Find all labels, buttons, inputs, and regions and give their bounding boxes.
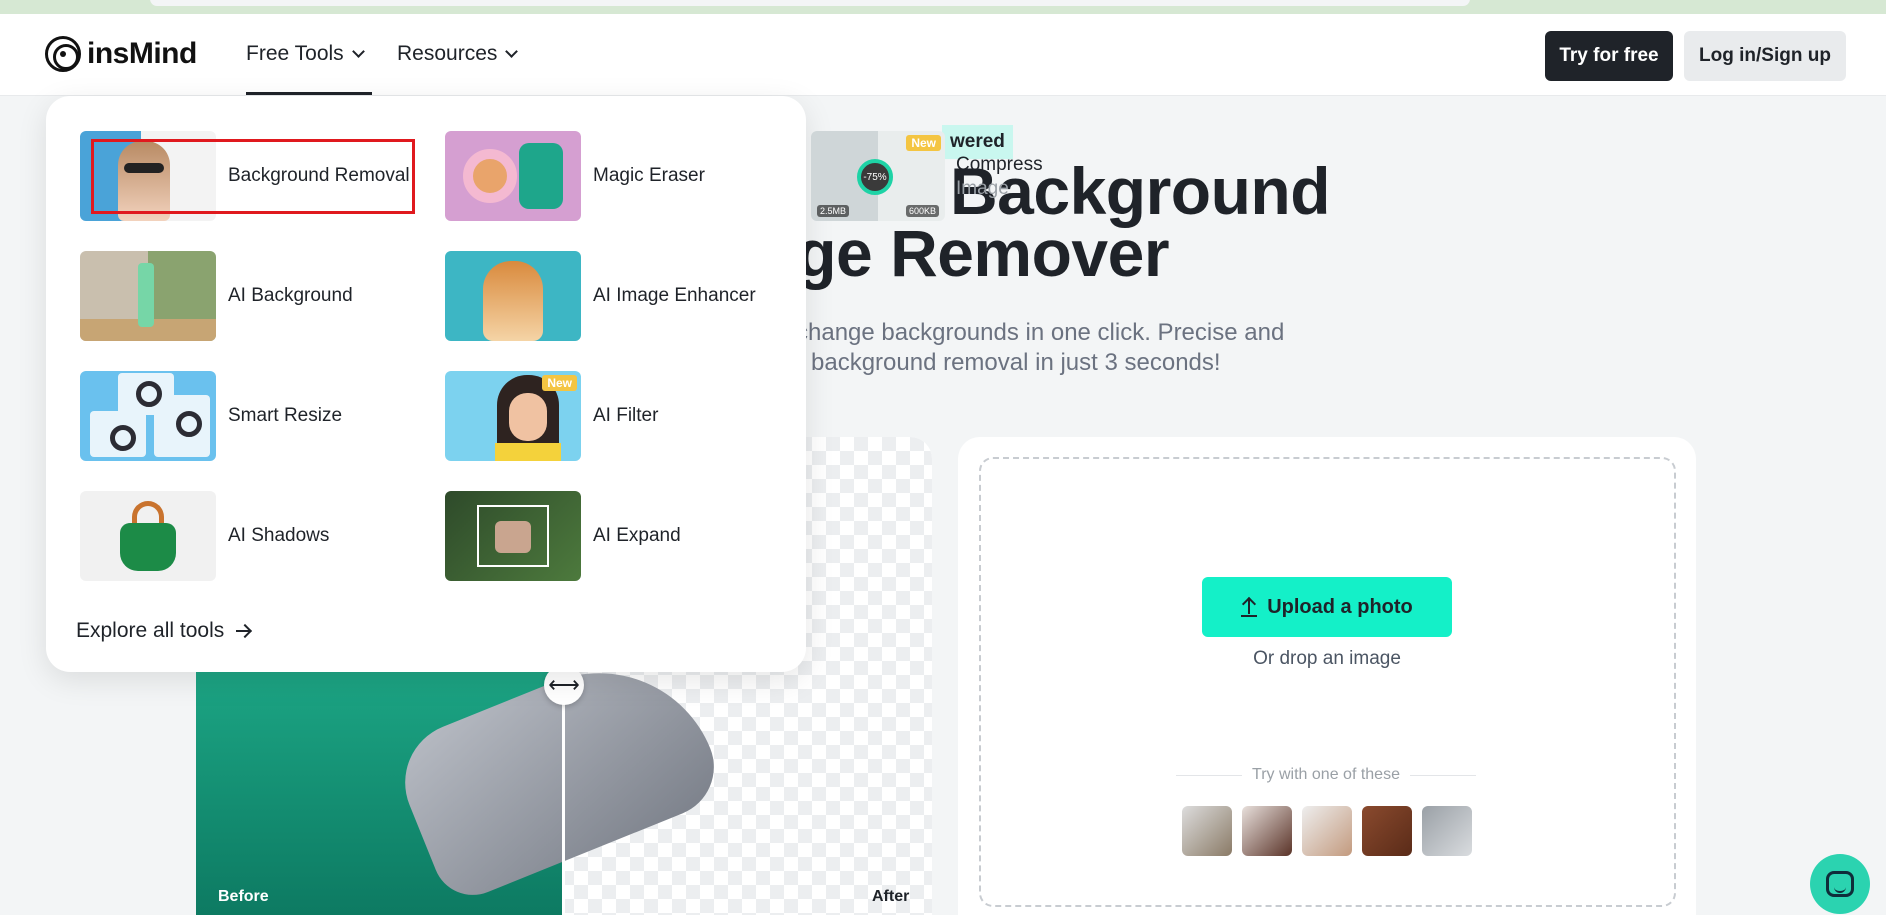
divider (1176, 774, 1243, 776)
nav-resources-label: Resources (397, 42, 498, 65)
size-before: 2.5MB (817, 205, 850, 217)
sample-images-heading: Try with one of these (1176, 766, 1477, 784)
nav-free-tools-label: Free Tools (246, 42, 344, 65)
after-label: After (872, 888, 910, 905)
drop-image-text: Or drop an image (1253, 648, 1401, 669)
compress-image-label[interactable]: Compress Image (956, 153, 1043, 201)
tool-ai-shadows[interactable]: AI Shadows (80, 491, 329, 581)
before-label: Before (218, 888, 269, 905)
new-badge: New (906, 135, 941, 151)
site-header: insMind Free Tools Resources Try for fre… (0, 14, 1886, 96)
drag-arrows-icon: ⟷ (548, 672, 580, 697)
tool-compress-image[interactable]: -75% 2.5MB 600KB New (811, 131, 945, 221)
page-title-line2: age Remover (760, 216, 1170, 290)
new-badge: New (542, 375, 577, 391)
hero-subtitle-line1: change backgrounds in one click. Precise… (796, 319, 1285, 346)
compress-percent: -75% (857, 159, 893, 195)
tool-ai-image-enhancer[interactable]: AI Image Enhancer (445, 251, 756, 341)
ai-background-thumbnail (80, 251, 216, 341)
nav-active-indicator (246, 92, 372, 95)
sample-image-cat[interactable] (1422, 806, 1472, 856)
logo[interactable]: insMind (45, 36, 197, 72)
tool-magic-eraser[interactable]: Magic Eraser (445, 131, 705, 221)
chevron-down-icon (351, 45, 365, 58)
upload-photo-label: Upload a photo (1267, 595, 1413, 618)
logo-text: insMind (87, 37, 197, 70)
explore-all-tools-label: Explore all tools (76, 619, 225, 642)
ai-shadows-thumbnail (80, 491, 216, 581)
sample-image-bottles[interactable] (1362, 806, 1412, 856)
selection-highlight (91, 139, 415, 214)
tool-label: AI Expand (593, 525, 681, 546)
sample-images-label: Try with one of these (1252, 766, 1400, 783)
compress-label-line2: Image (956, 178, 1009, 199)
tool-label: AI Shadows (228, 525, 330, 546)
sample-image-handbag[interactable] (1302, 806, 1352, 856)
address-bar (150, 0, 1470, 6)
tool-ai-filter[interactable]: New AI Filter (445, 371, 658, 461)
login-signup-button[interactable]: Log in/Sign up (1684, 31, 1846, 81)
sample-image-products[interactable] (1182, 806, 1232, 856)
upload-icon (1241, 597, 1258, 617)
tool-label: Smart Resize (228, 405, 343, 426)
ai-image-enhancer-thumbnail (445, 251, 581, 341)
tool-ai-background[interactable]: AI Background (80, 251, 353, 341)
chevron-down-icon (505, 45, 519, 58)
tool-label: AI Image Enhancer (593, 285, 756, 306)
arrow-right-icon (236, 630, 251, 632)
tool-ai-expand[interactable]: AI Expand (445, 491, 681, 581)
chat-icon (1826, 871, 1854, 897)
tool-label: AI Background (228, 285, 353, 306)
hero-subtitle: change backgrounds in one click. Precise… (796, 318, 1284, 378)
nav-resources[interactable]: Resources (397, 42, 519, 66)
ai-filter-thumbnail: New (445, 371, 581, 461)
ai-expand-thumbnail (445, 491, 581, 581)
tool-smart-resize[interactable]: Smart Resize (80, 371, 342, 461)
logo-icon (45, 36, 81, 72)
tool-label: Magic Eraser (593, 165, 705, 186)
compress-label-line1: Compress (956, 154, 1043, 175)
sample-images (1182, 806, 1472, 856)
tool-label: AI Filter (593, 405, 659, 426)
nav-free-tools[interactable]: Free Tools (246, 42, 365, 66)
chat-button[interactable] (1810, 854, 1870, 914)
try-for-free-button[interactable]: Try for free (1545, 31, 1673, 81)
upload-photo-button[interactable]: Upload a photo (1202, 577, 1452, 637)
hero-subtitle-line2: background removal in just 3 seconds! (811, 349, 1221, 376)
divider (1409, 774, 1477, 776)
compress-image-thumbnail: -75% 2.5MB 600KB New (811, 131, 945, 221)
magic-eraser-thumbnail (445, 131, 581, 221)
smart-resize-thumbnail (80, 371, 216, 461)
sample-image-woman[interactable] (1242, 806, 1292, 856)
explore-all-tools-link[interactable]: Explore all tools (76, 619, 251, 643)
size-after: 600KB (905, 205, 939, 217)
